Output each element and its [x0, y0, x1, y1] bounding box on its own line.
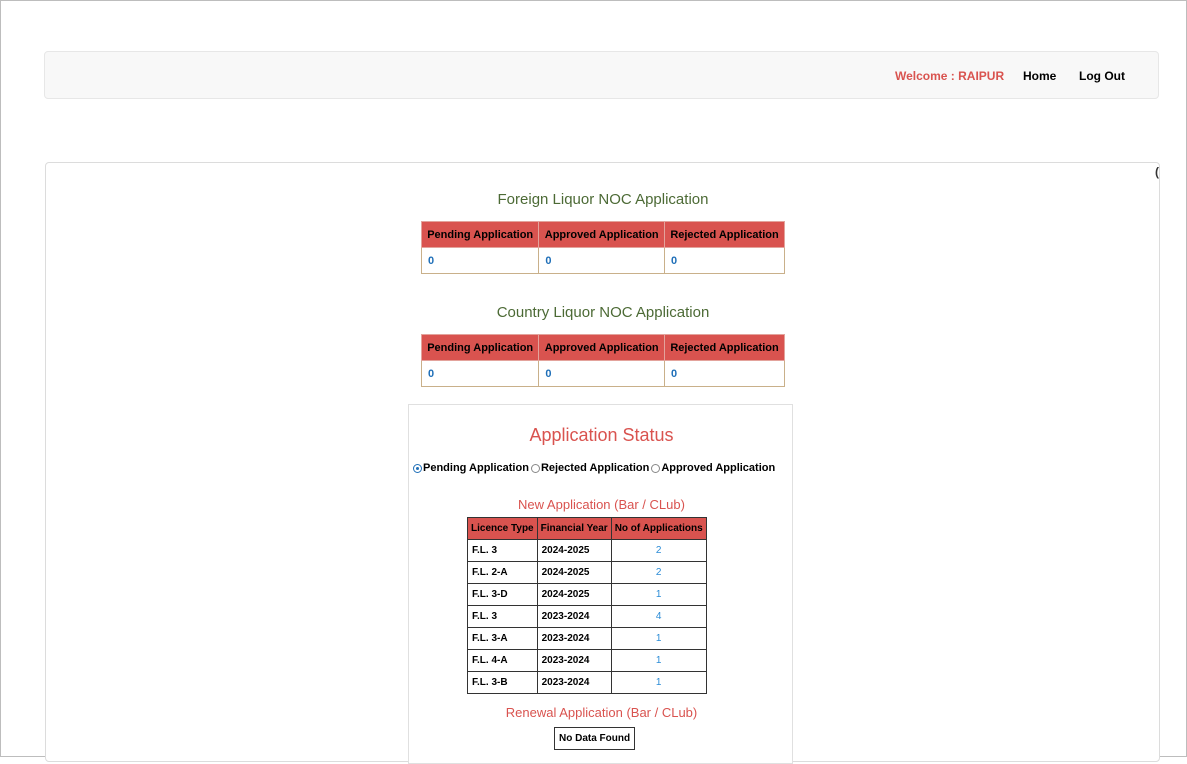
licence-type-cell: F.L. 3-B	[467, 671, 538, 694]
table-row: 0 0 0	[420, 247, 785, 274]
table-row: 0 0 0	[420, 360, 785, 387]
header-approved: Approved Application	[538, 221, 666, 248]
header-rejected: Rejected Application	[664, 221, 785, 248]
rejected-radio[interactable]	[530, 463, 540, 473]
header-licence-type: Licence Type	[467, 517, 538, 540]
foreign-approved-count[interactable]: 0	[538, 247, 666, 274]
table-row: F.L. 3-B 2023-2024 1	[467, 671, 707, 694]
header-rejected: Rejected Application	[664, 334, 785, 361]
header-pending: Pending Application	[420, 334, 540, 361]
renewal-application-title: Renewal Application (Bar / CLub)	[505, 705, 698, 720]
home-link[interactable]: Home	[1023, 69, 1056, 83]
licence-type-cell: F.L. 3-D	[467, 583, 538, 606]
country-approved-count[interactable]: 0	[538, 360, 666, 387]
applications-count-cell[interactable]: 1	[610, 627, 707, 650]
country-noc-table: Pending Application Approved Application…	[420, 334, 785, 387]
applications-count-cell[interactable]: 1	[610, 583, 707, 606]
table-row: F.L. 3-A 2023-2024 1	[467, 627, 707, 650]
top-navbar: Welcome : RAIPUR Home Log Out	[44, 51, 1159, 99]
table-row: F.L. 3-D 2024-2025 1	[467, 583, 707, 606]
pending-radio-label[interactable]: Pending Application	[423, 462, 529, 474]
financial-year-cell: 2024-2025	[536, 561, 612, 584]
pending-radio[interactable]	[413, 463, 422, 473]
licence-type-cell: F.L. 4-A	[467, 649, 538, 672]
applications-count-cell[interactable]: 2	[610, 539, 707, 562]
table-header-row: Pending Application Approved Application…	[420, 221, 785, 248]
header-approved: Approved Application	[538, 334, 666, 361]
foreign-noc-title: Foreign Liquor NOC Application	[497, 191, 709, 208]
frame-border-left	[0, 0, 1, 757]
licence-type-cell: F.L. 3-A	[467, 627, 538, 650]
licence-type-cell: F.L. 2-A	[467, 561, 538, 584]
applications-count-cell[interactable]: 1	[610, 671, 707, 694]
financial-year-cell: 2023-2024	[536, 627, 612, 650]
welcome-text: Welcome : RAIPUR	[895, 69, 1005, 83]
new-application-table: Licence Type Financial Year No of Applic…	[467, 517, 707, 694]
table-header-row: Pending Application Approved Application…	[420, 334, 785, 361]
country-noc-title: Country Liquor NOC Application	[496, 304, 710, 321]
rejected-radio-label[interactable]: Rejected Application	[541, 462, 649, 474]
financial-year-cell: 2023-2024	[536, 605, 612, 628]
applications-count-cell[interactable]: 1	[610, 649, 707, 672]
application-status-title: Application Status	[529, 425, 674, 445]
applications-count-cell[interactable]: 4	[610, 605, 707, 628]
table-row: F.L. 2-A 2024-2025 2	[467, 561, 707, 584]
foreign-pending-count[interactable]: 0	[420, 247, 540, 274]
clipped-edge-text: (	[1155, 165, 1159, 179]
header-pending: Pending Application	[420, 221, 540, 248]
logout-link[interactable]: Log Out	[1079, 69, 1125, 83]
header-no-of-applications: No of Applications	[610, 517, 707, 540]
country-rejected-count[interactable]: 0	[664, 360, 785, 387]
header-financial-year: Financial Year	[536, 517, 612, 540]
table-header-row: Licence Type Financial Year No of Applic…	[467, 517, 707, 540]
table-row: F.L. 4-A 2023-2024 1	[467, 649, 707, 672]
frame-border-top	[0, 0, 1187, 1]
country-pending-count[interactable]: 0	[420, 360, 540, 387]
financial-year-cell: 2023-2024	[536, 649, 612, 672]
application-status-box: Application Status Pending Application R…	[408, 404, 793, 764]
financial-year-cell: 2023-2024	[536, 671, 612, 694]
financial-year-cell: 2024-2025	[536, 583, 612, 606]
table-row: F.L. 3 2023-2024 4	[467, 605, 707, 628]
licence-type-cell: F.L. 3	[467, 539, 538, 562]
financial-year-cell: 2024-2025	[536, 539, 612, 562]
no-data-message: No Data Found	[554, 727, 636, 750]
table-row: F.L. 3 2024-2025 2	[467, 539, 707, 562]
foreign-rejected-count[interactable]: 0	[664, 247, 785, 274]
approved-radio[interactable]	[651, 463, 661, 473]
licence-type-cell: F.L. 3	[467, 605, 538, 628]
new-application-title: New Application (Bar / CLub)	[518, 497, 685, 512]
status-radio-group: Pending Application Rejected Application…	[413, 462, 777, 474]
approved-radio-label[interactable]: Approved Application	[661, 462, 775, 474]
applications-count-cell[interactable]: 2	[610, 561, 707, 584]
foreign-noc-table: Pending Application Approved Application…	[420, 221, 785, 274]
